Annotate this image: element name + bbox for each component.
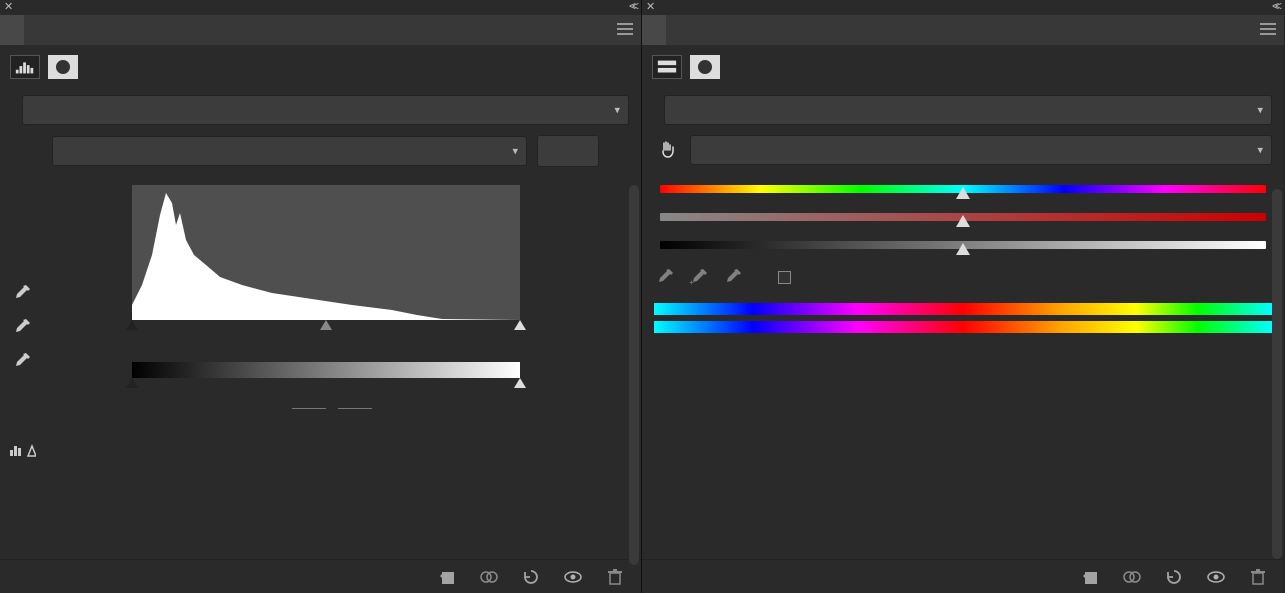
eyedropper-add-icon[interactable]: + (688, 267, 710, 287)
hue-slider-track[interactable] (660, 185, 1266, 193)
trash-icon[interactable] (1248, 567, 1268, 587)
close-icon[interactable]: ✕ (4, 0, 13, 13)
channel-select[interactable]: ▾ (52, 136, 527, 166)
clip-to-layer-icon[interactable] (437, 567, 457, 587)
preset-select[interactable]: ▾ (22, 95, 629, 125)
output-white-slider[interactable] (514, 378, 526, 388)
tab-properties[interactable] (642, 15, 666, 45)
visibility-icon[interactable] (1206, 567, 1226, 587)
trash-icon[interactable] (605, 567, 625, 587)
levels-body: ▾ ▾ (0, 85, 641, 559)
input-spectrum-bar (654, 303, 1272, 315)
svg-text:+: + (689, 278, 694, 287)
targeted-adjustment-icon[interactable] (654, 137, 680, 163)
tab-bar (642, 15, 1284, 45)
clip-to-layer-icon[interactable] (1080, 567, 1100, 587)
eyedropper-icon[interactable] (654, 267, 676, 287)
lightness-slider-track[interactable] (660, 241, 1266, 249)
close-icon[interactable]: ✕ (646, 0, 655, 13)
histogram (132, 185, 520, 320)
input-black-slider[interactable] (126, 320, 138, 330)
reset-icon[interactable] (1164, 567, 1184, 587)
panel-footer (642, 559, 1284, 593)
eyedropper-subtract-icon[interactable] (722, 267, 744, 287)
hue-saturation-properties-panel: ✕ << ▾ ▾ (642, 0, 1284, 593)
eyedropper-black-icon[interactable] (12, 283, 32, 303)
saturation-slider-thumb[interactable] (956, 215, 970, 227)
chevron-down-icon: ▾ (512, 145, 518, 158)
scrollbar[interactable] (1272, 189, 1282, 559)
layer-mask-icon[interactable] (48, 55, 78, 79)
output-spectrum-bar (654, 321, 1272, 333)
output-gradient (132, 362, 520, 378)
colorize-checkbox[interactable] (778, 271, 791, 284)
saturation-slider-track[interactable] (660, 213, 1266, 221)
input-white-slider[interactable] (514, 320, 526, 330)
view-previous-icon[interactable] (1122, 567, 1142, 587)
output-black-slider[interactable] (126, 378, 138, 388)
levels-icon (10, 55, 40, 79)
color-range-select[interactable]: ▾ (690, 135, 1272, 165)
panel-topbar: ✕ << (0, 0, 641, 15)
panel-footer (0, 559, 641, 593)
panel-topbar: ✕ << (642, 0, 1284, 15)
preset-select[interactable]: ▾ (664, 95, 1272, 125)
lightness-slider-thumb[interactable] (956, 243, 970, 255)
output-white-value[interactable] (338, 408, 372, 409)
reset-icon[interactable] (521, 567, 541, 587)
adjustment-header (642, 45, 1284, 85)
tab-bar (0, 15, 641, 45)
eyedropper-white-icon[interactable] (12, 351, 32, 371)
layer-mask-icon[interactable] (690, 55, 720, 79)
auto-button[interactable] (537, 135, 599, 167)
eyedropper-gray-icon[interactable] (12, 317, 32, 337)
chevron-down-icon: ▾ (614, 104, 620, 117)
input-sliders (132, 320, 520, 338)
output-black-value[interactable] (292, 408, 326, 409)
view-previous-icon[interactable] (479, 567, 499, 587)
histogram-options-icon[interactable] (10, 440, 36, 458)
levels-properties-panel: ✕ << ▾ ▾ (0, 0, 642, 593)
collapse-arrows-icon[interactable]: << (1272, 0, 1278, 13)
chevron-down-icon: ▾ (1257, 144, 1263, 157)
input-gamma-slider[interactable] (320, 320, 332, 330)
scrollbar[interactable] (629, 185, 639, 565)
hue-saturation-icon (652, 55, 682, 79)
tab-properties[interactable] (0, 15, 24, 45)
chevron-down-icon: ▾ (1257, 104, 1263, 117)
collapse-arrows-icon[interactable]: << (629, 0, 635, 13)
hue-sat-body: ▾ ▾ (642, 85, 1284, 559)
panel-menu-icon[interactable] (1260, 23, 1276, 35)
adjustment-header (0, 45, 641, 85)
visibility-icon[interactable] (563, 567, 583, 587)
panel-menu-icon[interactable] (617, 23, 633, 35)
hue-slider-thumb[interactable] (956, 187, 970, 199)
